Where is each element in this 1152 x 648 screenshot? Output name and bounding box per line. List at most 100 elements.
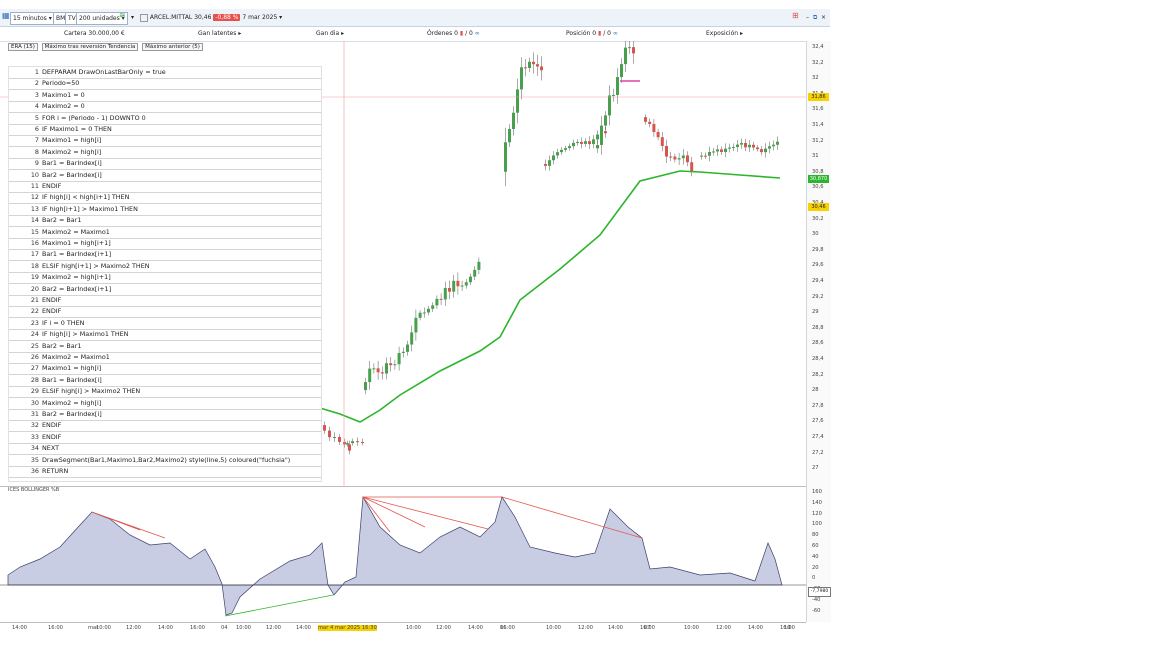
candle (776, 136, 779, 150)
code-editor-panel[interactable]: 1 DEFPARAM DrawOnLastBarOnly = true 2 Perio… (8, 66, 322, 482)
line-number: 26 (30, 353, 39, 361)
code-text: Bar2 = BarIndex[i+1] (42, 284, 112, 293)
line-number: 8 (34, 147, 39, 156)
minimize-icon[interactable]: – (806, 12, 809, 23)
code-line[interactable]: 22 ENDIF (9, 306, 321, 319)
candle (348, 440, 351, 455)
timeframe-select[interactable]: 15 minutos ▾ (10, 12, 55, 25)
code-line[interactable]: 30 Maximo2 = high[i] (9, 398, 321, 410)
candle-body (568, 146, 571, 149)
code-line[interactable]: 36 RETURN (9, 466, 321, 479)
code-line[interactable]: 13 IF high[i+1] > Maximo1 THEN (9, 204, 321, 216)
code-line[interactable]: 1 DEFPARAM DrawOnLastBarOnly = true (9, 67, 321, 80)
code-line[interactable]: 5 FOR i = (Periodo - 1) DOWNTO 0 (9, 113, 321, 125)
time-tick-label: 12:00 (716, 625, 731, 631)
code-line[interactable]: 21 ENDIF (9, 295, 321, 308)
candle (516, 78, 519, 124)
code-line[interactable]: 14 Bar2 = Bar1 (9, 215, 321, 228)
candle-body (628, 47, 631, 49)
time-tick-label: 07 (644, 625, 651, 631)
code-line[interactable]: 17 Bar1 = BarIndex[i+1] (9, 249, 321, 262)
code-text: Maximo1 = high[i+1] (42, 239, 111, 247)
code-line[interactable]: 16 Maximo1 = high[i+1] (9, 238, 321, 251)
candle-body (724, 148, 727, 153)
price-tick-label: 31 (812, 153, 819, 160)
candle-body (580, 141, 583, 144)
gan-dia-label: Gan dia (316, 30, 340, 37)
candle-body (760, 149, 763, 153)
code-line[interactable]: 31 Bar2 = BarIndex[i] (9, 409, 321, 422)
code-line[interactable]: 4 Maximo2 = 0 (9, 101, 321, 114)
alert-icon[interactable]: ⊞ (792, 11, 799, 22)
candle (512, 106, 515, 136)
line-number: 34 (30, 444, 39, 453)
code-line[interactable]: 28 Bar1 = BarIndex[i] (9, 375, 321, 387)
code-line[interactable]: 18 ELSIF high[i+1] > Maximo2 THEN (9, 261, 321, 273)
restore-icon[interactable]: ⧉ (813, 12, 817, 23)
code-line[interactable]: 19 Maximo2 = high[i+1] (9, 272, 321, 285)
posicion[interactable]: Posición 0 ▮ / 0 ∞ (566, 30, 618, 37)
time-tick-label: 10:00 (236, 625, 251, 631)
oscillator-chart[interactable] (0, 486, 806, 623)
code-line[interactable]: 2 Periodo=50 (9, 78, 321, 91)
candle-body (512, 112, 515, 129)
candle (740, 138, 743, 149)
candle (728, 143, 731, 153)
chevron-down-icon[interactable]: ▾ (131, 12, 134, 23)
close-icon[interactable]: × (821, 12, 826, 23)
candle-body (544, 163, 547, 166)
candle-body (752, 144, 755, 148)
line-number: 28 (30, 375, 39, 384)
code-line[interactable]: 33 ENDIF (9, 432, 321, 444)
candle-body (648, 121, 652, 124)
code-text: Maximo2 = Maximo1 (42, 227, 110, 236)
line-number: 36 (30, 467, 39, 475)
line-number: 11 (30, 182, 39, 190)
candle-body (596, 134, 599, 140)
price-tick-label: 27 (812, 465, 819, 472)
exposicion[interactable]: Exposición ▸ (706, 30, 743, 37)
code-line[interactable]: 26 Maximo2 = Maximo1 (9, 352, 321, 365)
code-line[interactable]: 6 IF Maximo1 = 0 THEN (9, 124, 321, 137)
candle-body (764, 148, 767, 153)
code-line[interactable]: 20 Bar2 = BarIndex[i+1] (9, 284, 321, 296)
code-line[interactable]: 32 ENDIF (9, 420, 321, 433)
candle (448, 280, 451, 299)
code-line[interactable]: 15 Maximo2 = Maximo1 (9, 227, 321, 239)
code-line[interactable]: 27 Maximo1 = high[i] (9, 363, 321, 376)
code-line[interactable]: 7 Maximo1 = high[i] (9, 135, 321, 148)
code-line[interactable]: 3 Maximo1 = 0 (9, 90, 321, 102)
chart-type-icon[interactable]: ≋ (119, 11, 126, 22)
candle-body (588, 141, 591, 145)
code-line[interactable]: 10 Bar2 = BarIndex[i] (9, 170, 321, 182)
candle-body (431, 305, 435, 309)
code-line[interactable]: 34 NEXT (9, 443, 321, 456)
line-number: 25 (30, 341, 39, 350)
price-tick-label: 29,8 (812, 246, 824, 253)
code-line[interactable]: 25 Bar2 = Bar1 (9, 341, 321, 353)
line-number: 4 (34, 102, 39, 111)
symbol-label: ARCEL.MITTAL (149, 14, 193, 21)
gan-dia[interactable]: Gan dia ▸ (316, 30, 344, 37)
gan-latentes[interactable]: Gan latentes ▸ (198, 30, 241, 37)
candle (756, 145, 759, 152)
candle-body (712, 151, 715, 153)
candle (716, 144, 719, 156)
grid-icon[interactable]: ▦ (2, 11, 10, 22)
code-line[interactable]: 24 IF high[i] > Maximo1 THEN (9, 329, 321, 342)
code-line[interactable]: 23 IF i = 0 THEN (9, 318, 321, 330)
code-text: Bar1 = BarIndex[i] (42, 159, 102, 168)
code-line[interactable]: 8 Maximo2 = high[i] (9, 147, 321, 159)
candle-body (508, 128, 511, 143)
code-line[interactable]: 9 Bar1 = BarIndex[i] (9, 158, 321, 171)
candle (724, 143, 727, 158)
candle-body (616, 77, 619, 95)
code-line[interactable]: 35 DrawSegment(Bar1,Maximo1,Bar2,Maximo2)… (9, 455, 321, 467)
code-text: Periodo=50 (42, 79, 80, 88)
ordenes[interactable]: Órdenes 0 ▮ / 0 ∞ (427, 30, 480, 37)
candle-body (772, 144, 775, 147)
candle-body (351, 441, 354, 444)
code-line[interactable]: 11 ENDIF (9, 181, 321, 194)
code-line[interactable]: 29 ELSIF high[i] > Maximo2 THEN (9, 386, 321, 399)
code-line[interactable]: 12 IF high[i] < high[i+1] THEN (9, 192, 321, 205)
